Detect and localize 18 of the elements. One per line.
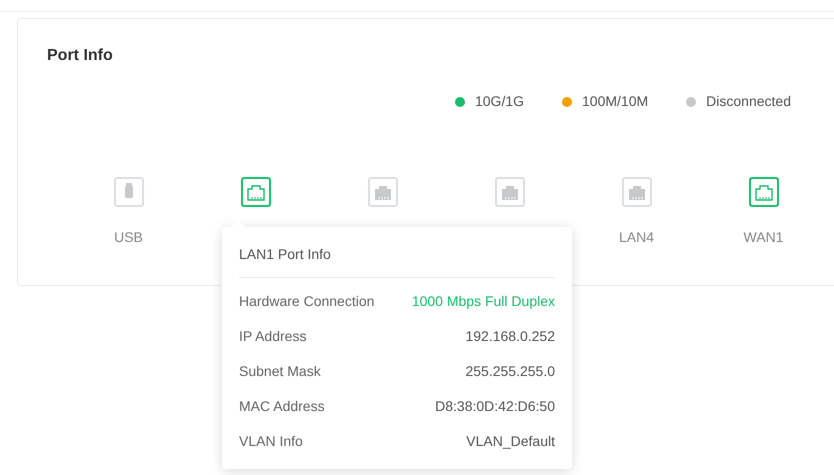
- legend-label: 100M/10M: [582, 92, 648, 111]
- port-label: WAN1: [744, 228, 784, 247]
- port-label: LAN4: [618, 228, 654, 247]
- tooltip-title: LAN1 Port Info: [239, 246, 331, 262]
- info-label: MAC Address: [239, 397, 325, 416]
- legend-label: Disconnected: [706, 92, 791, 111]
- info-label: VLAN Info: [239, 432, 303, 451]
- info-value: 1000 Mbps Full Duplex: [412, 292, 555, 311]
- info-label: Subnet Mask: [239, 362, 321, 381]
- card-title: Port Info: [47, 46, 113, 66]
- info-value: D8:38:0D:42:D6:50: [435, 397, 555, 416]
- legend-label: 10G/1G: [474, 92, 524, 111]
- info-label: Hardware Connection: [239, 292, 374, 311]
- port-label: USB: [114, 228, 143, 247]
- info-value: VLAN_Default: [466, 432, 555, 451]
- info-label: IP Address: [239, 327, 306, 346]
- info-value: 192.168.0.252: [465, 327, 555, 346]
- info-value: 255.255.255.0: [465, 362, 555, 381]
